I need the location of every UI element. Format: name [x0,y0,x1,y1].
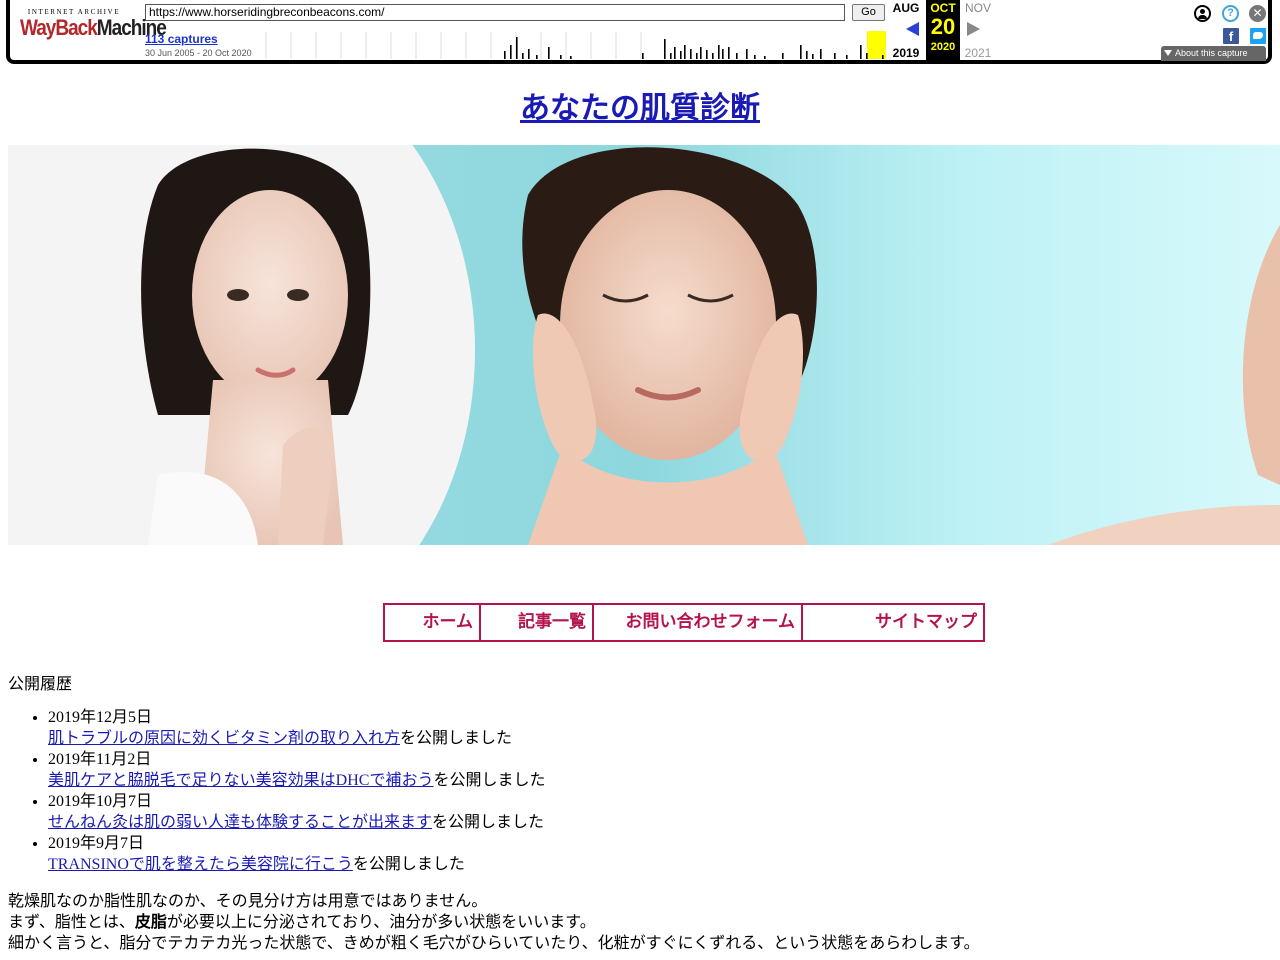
wayback-toolbar: INTERNET ARCHIVE WayBackMachine https://… [6,0,1272,64]
hero-illustration [8,145,1280,545]
current-year-highlight [867,31,886,59]
capture-bar [834,53,836,59]
capture-bar [706,50,708,59]
history-list: 2019年12月5日 肌トラブルの原因に効くビタミン剤の取り入れ方を公開しました… [8,707,848,875]
capture-bar [728,47,730,59]
capture-date-range: 30 Jun 2005 - 20 Oct 2020 [145,48,252,58]
site-title-link[interactable]: あなたの肌質診断 [0,83,1280,127]
url-input[interactable]: https://www.horseridingbreconbeacons.com… [145,4,845,21]
body-paragraph-3: 細かく言うと、脂分でテカテカ光った状態で、きめが粗く毛穴がひらいていたり、化粧が… [8,935,980,952]
capture-bar [684,45,686,59]
capture-bar [800,45,802,59]
capture-bar [736,53,738,59]
prev-capture-arrow-icon[interactable] [906,22,919,36]
history-link[interactable]: せんねん灸は肌の弱い人達も体験することが出来ます [48,814,432,831]
capture-bar [548,47,550,59]
history-suffix: を公開しました [433,772,546,789]
capture-bar [820,49,822,59]
capture-bar [764,56,766,59]
triangle-down-icon [1164,50,1172,56]
body-bold-term: 皮脂 [134,914,167,931]
go-button[interactable]: Go [852,4,885,21]
capture-bar [510,45,512,59]
body-text-post: が必要以上に分泌されており、油分が多い状態をいいます。 [166,914,596,931]
history-date: 2019年11月2日 [48,751,152,768]
capture-bar [690,49,692,59]
capture-bar [674,47,676,59]
capture-bar [754,55,756,59]
hero-image [8,145,1280,545]
history-date: 2019年10月7日 [48,793,153,810]
list-item: 2019年11月2日 美肌ケアと脇脱毛で足りない美容効果はDHCで補おうを公開し… [48,749,848,791]
facebook-icon[interactable]: f [1223,28,1239,44]
prev-month-label[interactable]: AUG [890,1,922,15]
current-year-label: 2020 [930,41,956,53]
capture-bar [700,47,702,59]
next-year-label: 2021 [964,46,992,60]
capture-bar [860,45,862,59]
next-capture-arrow-icon [967,22,980,36]
capture-bar [782,53,784,59]
capture-bar [560,55,562,59]
close-icon[interactable]: ✕ [1249,5,1266,22]
capture-sparkline[interactable] [260,30,886,59]
logo-top-text: INTERNET ARCHIVE [27,8,121,16]
capture-bar [528,49,530,59]
history-suffix: を公開しました [400,730,513,747]
history-suffix: を公開しました [432,814,545,831]
capture-bar [516,37,518,59]
help-icon[interactable]: ? [1222,5,1239,22]
next-month-label: NOV [964,1,991,15]
capture-bar [746,49,748,59]
capture-bar [718,45,720,59]
capture-bar [712,53,714,59]
current-day-label: 20 [930,14,956,39]
capture-bar [504,51,506,59]
capture-bar [536,55,538,59]
capture-bar [642,53,644,59]
wayback-logo[interactable]: INTERNET ARCHIVE WayBackMachine [20,8,167,52]
list-item: 2019年12月5日 肌トラブルの原因に効くビタミン剤の取り入れ方を公開しました [48,707,848,749]
main-nav: ホーム 記事一覧 お問い合わせフォーム サイトマップ [383,603,985,642]
history-date: 2019年9月7日 [48,835,145,852]
body-paragraph-2: まず、脂性とは、皮脂が必要以上に分泌されており、油分が多い状態をいいます。 [8,912,1268,933]
history-link[interactable]: 美肌ケアと脇脱毛で足りない美容効果はDHCで補おう [48,772,433,789]
history-link[interactable]: 肌トラブルの原因に効くビタミン剤の取り入れ方 [48,730,400,747]
logo-wordmark: WayBackMachine [20,16,167,41]
about-capture-button[interactable]: About this capture [1161,46,1266,61]
history-date: 2019年12月5日 [48,709,153,726]
capture-bar [882,55,884,59]
capture-bar [722,49,724,59]
capture-bar [570,56,572,59]
capture-bar [866,53,868,59]
capture-bar [812,54,814,59]
capture-bar [670,53,672,59]
capture-bar [806,51,808,59]
capture-bar [846,55,848,59]
list-item: 2019年9月7日 TRANSINOで肌を整えたら美容院に行こうを公開しました [48,833,848,875]
prev-year-label[interactable]: 2019 [890,46,922,60]
capture-bar [522,53,524,59]
body-text-pre: まず、脂性とは、 [8,914,135,931]
captures-link[interactable]: 113 captures [145,32,218,46]
capture-bar [664,39,666,59]
capture-bar [696,53,698,59]
twitter-icon[interactable] [1250,28,1266,44]
current-capture-box: OCT 20 2020 [926,0,960,60]
about-capture-label: About this capture [1175,48,1248,58]
history-suffix: を公開しました [352,856,465,873]
history-link[interactable]: TRANSINOで肌を整えたら美容院に行こう [48,856,353,873]
nav-item-articles[interactable]: 記事一覧 [481,605,594,640]
nav-item-contact[interactable]: お問い合わせフォーム [594,605,803,640]
article-body: 乾燥肌なのか脂性肌なのか、その見分け方は用意ではありません。 まず、脂性とは、皮… [8,891,1268,954]
logo-wordmark-1: WayBack [20,16,98,41]
body-paragraph-1: 乾燥肌なのか脂性肌なのか、その見分け方は用意ではありません。 [8,893,488,910]
current-month-label: OCT [930,1,956,15]
capture-bar [680,51,682,59]
list-item: 2019年10月7日 せんねん灸は肌の弱い人達も体験することが出来ますを公開しま… [48,791,848,833]
nav-item-sitemap[interactable]: サイトマップ [803,605,983,640]
user-icon[interactable] [1194,5,1211,22]
nav-item-home[interactable]: ホーム [385,605,481,640]
history-heading: 公開履歴 [8,676,73,693]
